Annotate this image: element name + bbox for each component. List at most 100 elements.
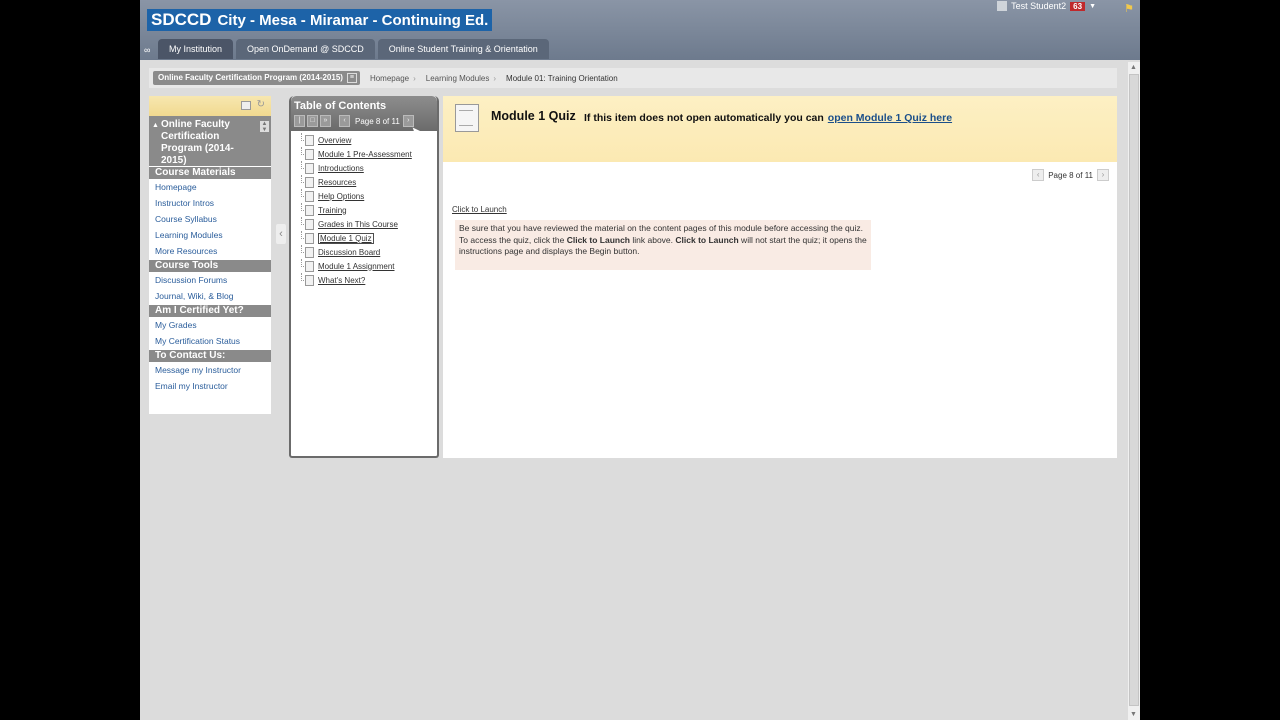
toc-item[interactable]: Training (301, 203, 437, 217)
flag-icon[interactable]: ⚑ (1124, 2, 1134, 15)
breadcrumb-item-homepage[interactable]: Homepage (370, 74, 409, 83)
toc-item-link[interactable]: Introductions (318, 164, 364, 173)
menu-item-instructor-intros[interactable]: Instructor Intros (149, 195, 271, 211)
content-area: Module 1 Quiz If this item does not open… (443, 96, 1117, 458)
next-page-icon[interactable]: › (402, 115, 414, 127)
toc-page-label: Page 8 of 11 (355, 116, 400, 126)
menu-item-homepage[interactable]: Homepage (149, 179, 271, 195)
tree-line (301, 217, 306, 225)
user-name: Test Student2 (1011, 1, 1067, 11)
tree-line (301, 231, 306, 239)
window-icon[interactable] (241, 101, 251, 110)
menu-item-course-syllabus[interactable]: Course Syllabus (149, 211, 271, 227)
toc-title: Table of Contents (294, 100, 387, 112)
collapse-menu-handle[interactable]: ‹ (276, 224, 286, 244)
document-icon (305, 274, 314, 286)
course-menu-title[interactable]: ▲ Online Faculty Certification Program (… (149, 116, 271, 166)
tree-line (301, 273, 306, 281)
toc-item[interactable]: Module 1 Quiz (301, 231, 437, 245)
first-page-icon[interactable]: | (294, 115, 305, 127)
scroll-arrows-icon[interactable]: ▲ ▼ (260, 121, 269, 133)
tree-line (301, 203, 306, 211)
menu-item-message-instructor[interactable]: Message my Instructor (149, 362, 271, 378)
open-quiz-link[interactable]: open Module 1 Quiz here (828, 112, 952, 124)
menu-item-certification-status[interactable]: My Certification Status (149, 333, 271, 349)
tree-line (301, 133, 306, 141)
refresh-icon[interactable]: ↻ (257, 99, 265, 110)
toc-item[interactable]: Grades in This Course (301, 217, 437, 231)
toc-item[interactable]: What's Next? (301, 273, 437, 287)
toc-item[interactable]: Module 1 Pre-Assessment (301, 147, 437, 161)
toc-list: Overview Module 1 Pre-Assessment Introduct… (291, 131, 437, 287)
last-page-icon[interactable]: » (320, 115, 331, 127)
tab-my-institution[interactable]: My Institution (158, 39, 234, 59)
tree-line (301, 245, 306, 253)
vertical-scrollbar[interactable]: ▲ ▼ (1128, 62, 1140, 720)
toc-item-link[interactable]: Module 1 Quiz (318, 232, 374, 244)
menu-section-contact: To Contact Us: (149, 350, 271, 362)
institution-logo[interactable]: SDCCD City - Mesa - Miramar - Continuing … (147, 9, 493, 31)
tree-line (301, 189, 306, 197)
document-icon (305, 190, 314, 202)
toc-item[interactable]: Resources (301, 175, 437, 189)
content-pager: ‹ Page 8 of 11 › (1032, 169, 1109, 181)
document-icon (305, 162, 314, 174)
click-to-launch-link[interactable]: Click to Launch (452, 205, 507, 214)
toc-item-link[interactable]: Discussion Board (318, 248, 380, 257)
link-icon[interactable]: ∞ (144, 43, 156, 57)
toc-item-link[interactable]: Resources (318, 178, 356, 187)
user-menu[interactable]: Test Student2 63 ▼ (997, 1, 1096, 11)
menu-item-discussion-forums[interactable]: Discussion Forums (149, 272, 271, 288)
toc-item-link[interactable]: Overview (318, 136, 351, 145)
scroll-up-icon[interactable]: ▲ (1130, 64, 1137, 71)
toc-item-link[interactable]: Grades in This Course (318, 220, 398, 229)
tree-line (301, 147, 306, 155)
prev-page-icon[interactable]: ‹ (339, 115, 350, 127)
breadcrumb-item-current: Module 01: Training Orientation (506, 73, 618, 83)
menu-item-more-resources[interactable]: More Resources (149, 243, 271, 259)
menu-item-email-instructor[interactable]: Email my Instructor (149, 378, 271, 394)
toc-item-link[interactable]: What's Next? (318, 276, 365, 285)
scrollbar-thumb[interactable] (1129, 74, 1139, 706)
menu-item-learning-modules[interactable]: Learning Modules (149, 227, 271, 243)
logo-text: City - Mesa - Miramar - Continuing Ed. (217, 12, 489, 29)
document-icon (305, 218, 314, 230)
course-menu: ↻ ▲ Online Faculty Certification Program… (149, 96, 271, 414)
menu-item-my-grades[interactable]: My Grades (149, 317, 271, 333)
course-breadcrumb[interactable]: Online Faculty Certification Program (20… (153, 71, 360, 85)
content-message: If this item does not open automatically… (584, 112, 952, 124)
toc-item[interactable]: Help Options (301, 189, 437, 203)
document-icon (305, 260, 314, 272)
scroll-down-icon[interactable]: ▼ (1130, 711, 1137, 718)
toc-item[interactable]: Discussion Board (301, 245, 437, 259)
course-title-text: Online Faculty Certification Program (20… (161, 119, 234, 166)
course-breadcrumb-label: Online Faculty Certification Program (20… (158, 73, 343, 82)
toc-item[interactable]: Module 1 Assignment (301, 259, 437, 273)
breadcrumb-item-learning-modules[interactable]: Learning Modules (426, 74, 490, 83)
content-title: Module 1 Quiz (491, 109, 576, 123)
next-page-icon[interactable]: › (1097, 169, 1109, 181)
document-icon (455, 104, 479, 132)
notification-badge[interactable]: 63 (1070, 1, 1086, 11)
tree-line (301, 161, 306, 169)
chevron-down-icon[interactable]: ▼ (1089, 3, 1096, 10)
tab-open-ondemand[interactable]: Open OnDemand @ SDCCD (236, 39, 375, 59)
square-icon[interactable]: □ (307, 115, 318, 127)
tree-line (301, 175, 306, 183)
browser-page: SDCCD City - Mesa - Miramar - Continuing … (140, 0, 1140, 720)
top-header: SDCCD City - Mesa - Miramar - Continuing … (140, 0, 1140, 60)
document-icon (305, 204, 314, 216)
menu-item-journal-wiki-blog[interactable]: Journal, Wiki, & Blog (149, 288, 271, 304)
prev-page-icon[interactable]: ‹ (1032, 169, 1045, 181)
toc-item[interactable]: Introductions (301, 161, 437, 175)
tree-line (301, 259, 306, 267)
tab-student-training[interactable]: Online Student Training & Orientation (377, 39, 549, 59)
toc-item-link[interactable]: Module 1 Pre-Assessment (318, 150, 412, 159)
toc-item-link[interactable]: Module 1 Assignment (318, 262, 395, 271)
course-menu-toolbar: ↻ (149, 96, 271, 116)
document-icon (305, 134, 314, 146)
quiz-instructions-note: Be sure that you have reviewed the mater… (455, 220, 871, 270)
menu-toggle-icon[interactable]: ≡ (346, 73, 357, 83)
toc-item-link[interactable]: Training (318, 206, 347, 215)
toc-item-link[interactable]: Help Options (318, 192, 364, 201)
